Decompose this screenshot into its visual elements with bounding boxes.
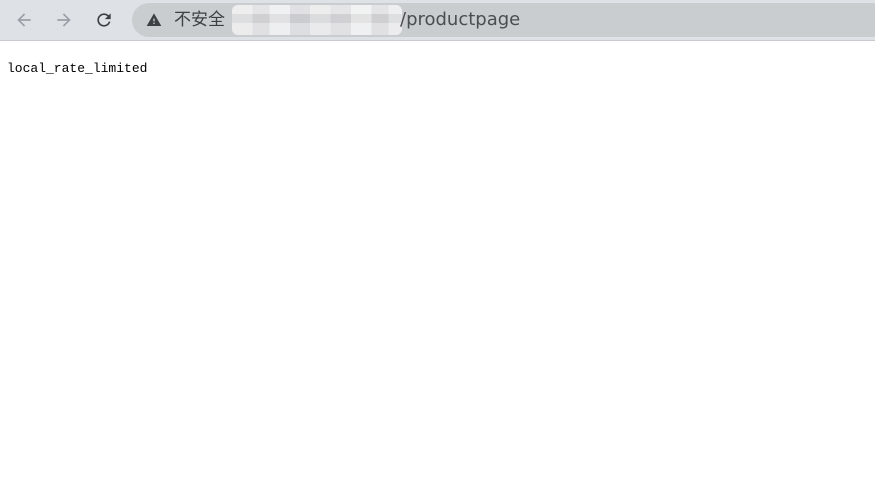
warning-triangle-icon[interactable] (146, 12, 162, 28)
back-button[interactable] (10, 6, 38, 34)
url-path[interactable]: /productpage (400, 10, 520, 30)
security-status-label[interactable]: 不安全 (174, 10, 225, 30)
arrow-left-icon (17, 13, 31, 27)
reload-button[interactable] (90, 6, 118, 34)
redacted-host (232, 5, 402, 35)
reload-icon (97, 13, 111, 27)
browser-toolbar: 不安全 /productpage (0, 0, 875, 41)
arrow-right-icon (57, 13, 71, 27)
address-bar[interactable]: 不安全 /productpage (132, 3, 875, 37)
response-text: local_rate_limited (7, 61, 148, 76)
forward-button[interactable] (50, 6, 78, 34)
page-content: local_rate_limited (0, 42, 875, 477)
